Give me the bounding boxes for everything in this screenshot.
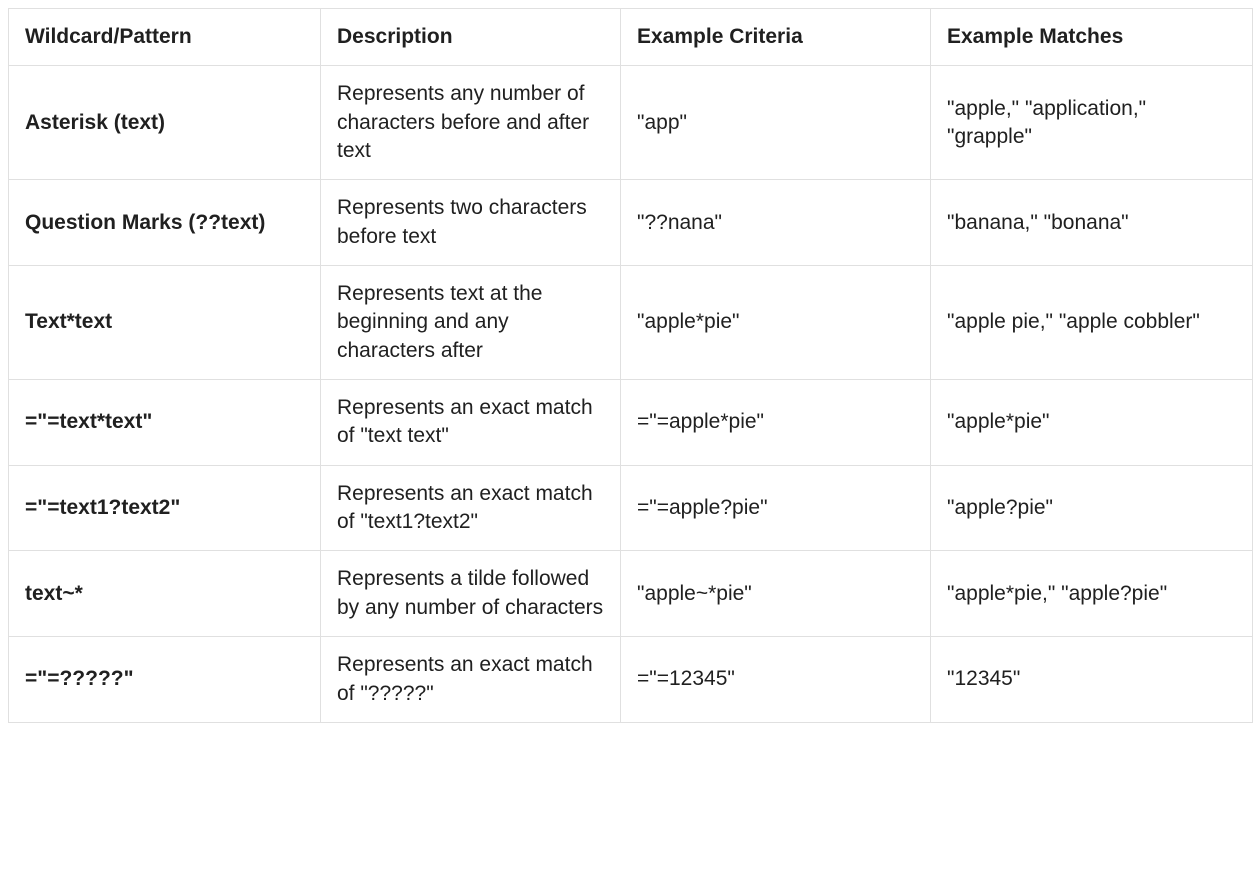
cell-description: Represents a tilde followed by any numbe… (321, 551, 621, 637)
cell-matches: "12345" (931, 637, 1253, 723)
cell-description: Represents any number of characters befo… (321, 66, 621, 180)
table-header-row: Wildcard/Pattern Description Example Cri… (9, 9, 1253, 66)
cell-criteria: ="=apple*pie" (621, 380, 931, 466)
cell-pattern: ="=?????" (9, 637, 321, 723)
cell-matches: "banana," "bonana" (931, 180, 1253, 266)
cell-pattern: ="=text*text" (9, 380, 321, 466)
cell-description: Represents an exact match of "text text" (321, 380, 621, 466)
cell-criteria: ="=apple?pie" (621, 465, 931, 551)
table-row: Question Marks (??text) Represents two c… (9, 180, 1253, 266)
table-row: Text*text Represents text at the beginni… (9, 266, 1253, 380)
table-row: ="=?????" Represents an exact match of "… (9, 637, 1253, 723)
header-criteria: Example Criteria (621, 9, 931, 66)
cell-matches: "apple," "application," "grapple" (931, 66, 1253, 180)
table-row: ="=text1?text2" Represents an exact matc… (9, 465, 1253, 551)
cell-criteria: "??nana" (621, 180, 931, 266)
cell-pattern: text~* (9, 551, 321, 637)
cell-pattern: Question Marks (??text) (9, 180, 321, 266)
header-pattern: Wildcard/Pattern (9, 9, 321, 66)
cell-criteria: "apple*pie" (621, 266, 931, 380)
cell-pattern: Asterisk (text) (9, 66, 321, 180)
cell-matches: "apple*pie" (931, 380, 1253, 466)
cell-criteria: "app" (621, 66, 931, 180)
cell-description: Represents an exact match of "?????" (321, 637, 621, 723)
header-description: Description (321, 9, 621, 66)
table-row: ="=text*text" Represents an exact match … (9, 380, 1253, 466)
cell-pattern: ="=text1?text2" (9, 465, 321, 551)
cell-description: Represents two characters before text (321, 180, 621, 266)
cell-criteria: "apple~*pie" (621, 551, 931, 637)
cell-pattern: Text*text (9, 266, 321, 380)
cell-matches: "apple pie," "apple cobbler" (931, 266, 1253, 380)
cell-criteria: ="=12345" (621, 637, 931, 723)
cell-matches: "apple?pie" (931, 465, 1253, 551)
header-matches: Example Matches (931, 9, 1253, 66)
table-row: text~* Represents a tilde followed by an… (9, 551, 1253, 637)
table-row: Asterisk (text) Represents any number of… (9, 66, 1253, 180)
wildcard-patterns-table: Wildcard/Pattern Description Example Cri… (8, 8, 1253, 723)
cell-matches: "apple*pie," "apple?pie" (931, 551, 1253, 637)
cell-description: Represents an exact match of "text1?text… (321, 465, 621, 551)
cell-description: Represents text at the beginning and any… (321, 266, 621, 380)
